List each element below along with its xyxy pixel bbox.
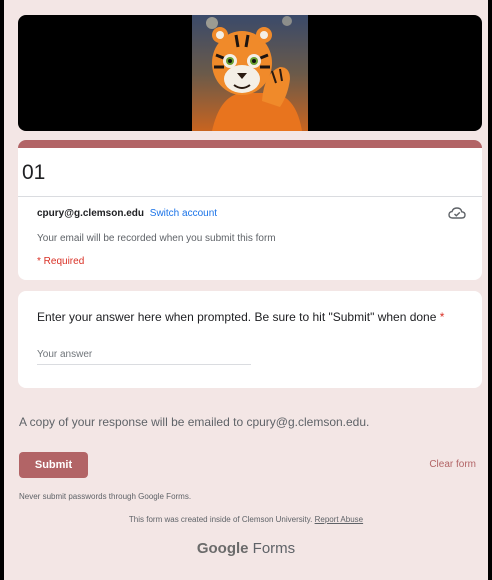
google-forms-logo: Google Forms <box>4 540 488 557</box>
switch-account-link[interactable]: Switch account <box>150 208 217 219</box>
created-note: This form was created inside of Clemson … <box>4 515 488 524</box>
question-label: Enter your answer here when prompted. Be… <box>37 310 437 324</box>
answer-input[interactable] <box>37 344 251 365</box>
account-email: cpury@g.clemson.edu <box>37 208 144 219</box>
copy-note: A copy of your response will be emailed … <box>19 415 370 429</box>
brand-forms: Forms <box>252 540 296 557</box>
question-card <box>18 291 482 388</box>
clear-form-button[interactable]: Clear form <box>429 459 476 470</box>
question-text: Enter your answer here when prompted. Be… <box>37 310 444 324</box>
email-recorded-note: Your email will be recorded when you sub… <box>37 233 276 244</box>
submit-button[interactable]: Submit <box>19 452 88 478</box>
cloud-check-icon <box>448 206 466 220</box>
report-abuse-link[interactable]: Report Abuse <box>315 515 363 524</box>
password-warning: Never submit passwords through Google Fo… <box>19 492 192 501</box>
account-row: cpury@g.clemson.edu Switch account <box>37 208 217 219</box>
form-page: 01 cpury@g.clemson.edu Switch account Yo… <box>4 0 488 580</box>
accent-bar <box>18 140 482 148</box>
divider <box>18 196 482 197</box>
required-note: * Required <box>37 256 85 267</box>
brand-google: Google <box>196 540 249 557</box>
created-text: This form was created inside of Clemson … <box>128 515 313 524</box>
required-asterisk: * <box>439 310 445 324</box>
header-banner <box>18 15 482 131</box>
form-title: 01 <box>22 161 46 184</box>
mascot-image <box>192 15 308 131</box>
